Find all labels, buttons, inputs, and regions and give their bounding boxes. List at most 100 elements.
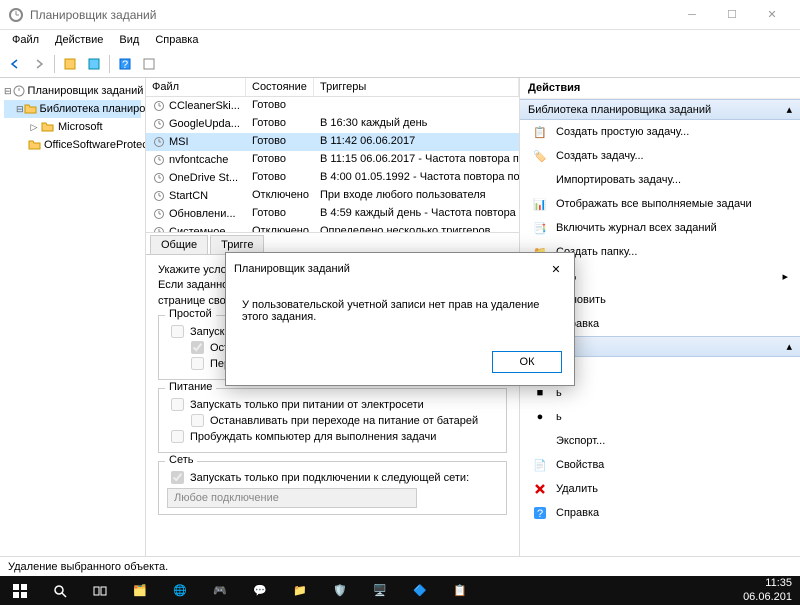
task-row[interactable]: GoogleUpda...ГотовоВ 16:30 каждый день xyxy=(146,115,519,133)
action-help-item[interactable]: ?Справка xyxy=(520,501,800,525)
task-trigger: В 4:00 01.05.1992 - Частота повтора посл… xyxy=(314,169,519,187)
col-triggers[interactable]: Триггеры xyxy=(314,78,519,96)
help-button[interactable]: ? xyxy=(114,53,136,75)
dialog-ok-button[interactable]: ОК xyxy=(492,351,562,373)
stop-icon: ■ xyxy=(532,385,548,401)
minimize-button[interactable]: ─ xyxy=(672,1,712,29)
tree-library-label: Библиотека планировщ xyxy=(40,103,146,115)
chk-stop-battery[interactable]: Останавливать при переходе на питание от… xyxy=(167,414,498,427)
maximize-button[interactable]: ☐ xyxy=(712,1,752,29)
expand-icon[interactable]: ▷ xyxy=(28,122,40,133)
import-icon xyxy=(532,172,548,188)
task-row[interactable]: Обновлени...ГотовоВ 4:59 каждый день - Ч… xyxy=(146,205,519,223)
menu-action[interactable]: Действие xyxy=(47,32,111,48)
action-import[interactable]: Импортировать задачу... xyxy=(520,168,800,192)
toolbar-btn-1[interactable] xyxy=(59,53,81,75)
task-row[interactable]: CCleanerSki... Готово xyxy=(146,97,519,115)
collapse-icon[interactable]: ⊟ xyxy=(4,86,12,97)
network-dropdown[interactable]: Любое подключение xyxy=(167,488,417,508)
status-text: Удаление выбранного объекта. xyxy=(8,561,168,573)
task-state: Готово xyxy=(246,97,314,115)
actions-header: Действия xyxy=(520,78,800,99)
statusbar: Удаление выбранного объекта. xyxy=(0,556,800,576)
taskbar-app[interactable]: 🖥️ xyxy=(360,576,400,605)
menu-help[interactable]: Справка xyxy=(147,32,206,48)
task-state: Отключено xyxy=(246,187,314,205)
tree-root-label: Планировщик заданий (Лок xyxy=(28,85,146,97)
taskbar-app[interactable]: 🎮 xyxy=(200,576,240,605)
close-button[interactable]: ✕ xyxy=(752,1,792,29)
task-row[interactable]: StartCNОтключеноПри входе любого пользов… xyxy=(146,187,519,205)
tree-panel: ⊟ Планировщик заданий (Лок ⊟ Библиотека … xyxy=(0,78,146,556)
legend-power: Питание xyxy=(165,381,216,393)
app-icon xyxy=(8,7,24,23)
dialog-close-button[interactable]: ✕ xyxy=(546,259,566,279)
task-name: CCleanerSki... xyxy=(169,100,240,112)
collapse-icon[interactable]: ⊟ xyxy=(16,104,24,115)
task-row[interactable]: OneDrive St...ГотовоВ 4:00 01.05.1992 - … xyxy=(146,169,519,187)
clock-icon xyxy=(152,225,166,233)
action-show-running[interactable]: 📊Отображать все выполняемые задачи xyxy=(520,192,800,216)
taskbar-app[interactable]: 🔷 xyxy=(400,576,440,605)
collapse-icon[interactable]: ▴ xyxy=(786,103,792,116)
toolbar-sep xyxy=(54,55,55,73)
disable-icon: ● xyxy=(532,409,548,425)
menu-file[interactable]: Файл xyxy=(4,32,47,48)
clock-icon xyxy=(152,207,166,221)
fieldset-power: Питание Запускать только при питании от … xyxy=(158,388,507,453)
search-button[interactable] xyxy=(40,576,80,605)
task-state: Готово xyxy=(246,205,314,223)
clock-icon xyxy=(152,99,166,113)
taskbar-app[interactable]: 🗂️ xyxy=(120,576,160,605)
tab-general[interactable]: Общие xyxy=(150,235,208,254)
action-properties[interactable]: 📄Свойства xyxy=(520,453,800,477)
menu-view[interactable]: Вид xyxy=(111,32,147,48)
task-trigger: В 11:15 06.06.2017 - Частота повтора пос… xyxy=(314,151,519,169)
taskbar-app[interactable]: 🛡️ xyxy=(320,576,360,605)
chk-network-only[interactable]: Запускать только при подключении к следу… xyxy=(167,471,498,484)
running-icon: 📊 xyxy=(532,196,548,212)
tree-root[interactable]: ⊟ Планировщик заданий (Лок xyxy=(4,82,141,100)
col-file[interactable]: Файл xyxy=(146,78,246,96)
clock-icon xyxy=(152,153,166,167)
tree-library[interactable]: ⊟ Библиотека планировщ xyxy=(4,100,141,118)
col-state[interactable]: Состояние xyxy=(246,78,314,96)
action-create-basic[interactable]: 📋Создать простую задачу... xyxy=(520,120,800,144)
task-name: StartCN xyxy=(169,190,208,202)
action-disable[interactable]: ●ь xyxy=(520,405,800,429)
taskbar-app[interactable]: 💬 xyxy=(240,576,280,605)
taskbar-app[interactable]: 📁 xyxy=(280,576,320,605)
action-create-task[interactable]: 🏷️Создать задачу... xyxy=(520,144,800,168)
action-delete[interactable]: Удалить xyxy=(520,477,800,501)
task-row[interactable]: MSIГотовоВ 11:42 06.06.2017 xyxy=(146,133,519,151)
toolbar-btn-2[interactable] xyxy=(83,53,105,75)
dialog-titlebar: Планировщик заданий ✕ xyxy=(226,253,574,285)
chk-ac-only[interactable]: Запускать только при питании от электрос… xyxy=(167,398,498,411)
collapse-icon[interactable]: ▴ xyxy=(786,340,792,353)
toolbar: ? xyxy=(0,50,800,78)
tree-office[interactable]: OfficeSoftwareProtect xyxy=(4,136,141,154)
taskbar-app[interactable]: 🌐 xyxy=(160,576,200,605)
actions-section-library[interactable]: Библиотека планировщика заданий ▴ xyxy=(520,99,800,120)
task-state: Готово xyxy=(246,115,314,133)
svg-text:?: ? xyxy=(537,508,543,520)
back-button[interactable] xyxy=(4,53,26,75)
clock-icon xyxy=(152,135,166,149)
task-row[interactable]: nvfontcacheГотовоВ 11:15 06.06.2017 - Ча… xyxy=(146,151,519,169)
system-tray[interactable]: 11:3506.06.201 xyxy=(735,577,800,603)
action-enable-log[interactable]: 📑Включить журнал всех заданий xyxy=(520,216,800,240)
tree-microsoft[interactable]: ▷ Microsoft xyxy=(4,118,141,136)
toolbar-btn-3[interactable] xyxy=(138,53,160,75)
forward-button[interactable] xyxy=(28,53,50,75)
action-export[interactable]: Экспорт... xyxy=(520,429,800,453)
chk-wake[interactable]: Пробуждать компьютер для выполнения зада… xyxy=(167,430,498,443)
taskbar: 🗂️ 🌐 🎮 💬 📁 🛡️ 🖥️ 🔷 📋 11:3506.06.201 xyxy=(0,576,800,605)
task-row[interactable]: Системное ...ОтключеноОпределено несколь… xyxy=(146,223,519,233)
properties-icon: 📄 xyxy=(532,457,548,473)
clock-icon xyxy=(152,171,166,185)
error-dialog: Планировщик заданий ✕ У пользовательской… xyxy=(225,252,575,386)
taskbar-app[interactable]: 📋 xyxy=(440,576,480,605)
taskview-button[interactable] xyxy=(80,576,120,605)
fieldset-network: Сеть Запускать только при подключении к … xyxy=(158,461,507,515)
start-button[interactable] xyxy=(0,576,40,605)
